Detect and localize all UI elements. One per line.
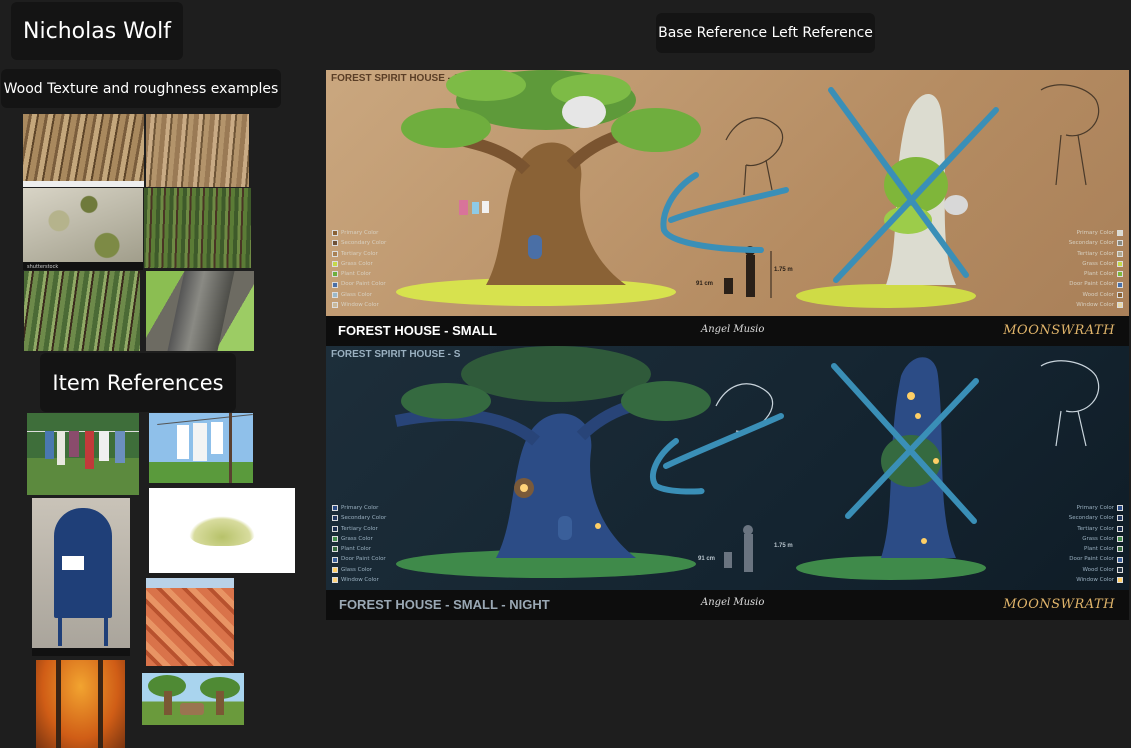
bark-texture-1[interactable] xyxy=(23,114,144,187)
base-reference-label: Base Reference Left Reference xyxy=(656,13,875,53)
day-title-banner: FOREST HOUSE - SMALL Angel Musio MOONSWR… xyxy=(326,316,1129,346)
day-scale-cm: 91 cm xyxy=(696,281,714,287)
night-banner-title: FOREST HOUSE - SMALL - NIGHT xyxy=(339,597,550,612)
roof-tiles-photo[interactable] xyxy=(146,578,234,666)
lichen-bark-texture[interactable] xyxy=(24,271,140,351)
day-legend-right: Primary Color Secondary Color Tertiary C… xyxy=(1069,228,1123,310)
autumn-forest-photo[interactable] xyxy=(36,660,125,748)
wood-texture-section-label: Wood Texture and roughness examples xyxy=(1,69,281,108)
forest-house-night-concept[interactable]: FOREST SPIRIT HOUSE - S 91 cm 1.75 m Pri xyxy=(326,346,1129,620)
night-scale-m: 1.75 m xyxy=(774,543,793,549)
day-scale-m: 1.75 m xyxy=(774,267,793,273)
mossy-bark-texture[interactable]: shutterstock xyxy=(23,188,143,270)
night-legend-right: Primary Color Secondary Color Tertiary C… xyxy=(1069,503,1123,585)
day-brand-logo: MOONSWRATH xyxy=(1003,323,1115,338)
clothesline-photo[interactable] xyxy=(27,413,139,495)
night-title-banner: FOREST HOUSE - SMALL - NIGHT Angel Musio… xyxy=(326,590,1129,620)
night-scale-cm: 91 cm xyxy=(698,556,716,562)
fairy-tree-concept-photo[interactable] xyxy=(142,673,244,725)
night-signature: Angel Musio xyxy=(701,597,765,608)
day-banner-title: FOREST HOUSE - SMALL xyxy=(338,323,497,338)
mailbox-photo[interactable] xyxy=(32,498,130,656)
bark-texture-2[interactable] xyxy=(146,114,249,187)
night-legend-left: Primary Color Secondary Color Tertiary C… xyxy=(332,503,386,585)
laundry-sky-photo[interactable] xyxy=(149,413,253,483)
night-artwork xyxy=(394,346,1100,580)
tree-trunk-photo[interactable] xyxy=(146,271,254,351)
grass-tuft-photo[interactable] xyxy=(149,488,295,573)
day-legend-left: Primary Color Secondary Color Tertiary C… xyxy=(332,228,386,310)
day-signature: Angel Musio xyxy=(701,324,765,335)
night-brand-logo: MOONSWRATH xyxy=(1003,597,1115,612)
texture-watermark: shutterstock xyxy=(27,264,59,270)
author-name-label: Nicholas Wolf xyxy=(11,2,183,60)
green-bark-texture[interactable] xyxy=(144,188,251,268)
forest-house-day-concept[interactable]: FOREST SPIRIT HOUSE - S 91 cm 1.75 m Pri… xyxy=(326,70,1129,346)
day-artwork xyxy=(396,70,1100,308)
item-references-section-label: Item References xyxy=(40,353,236,412)
